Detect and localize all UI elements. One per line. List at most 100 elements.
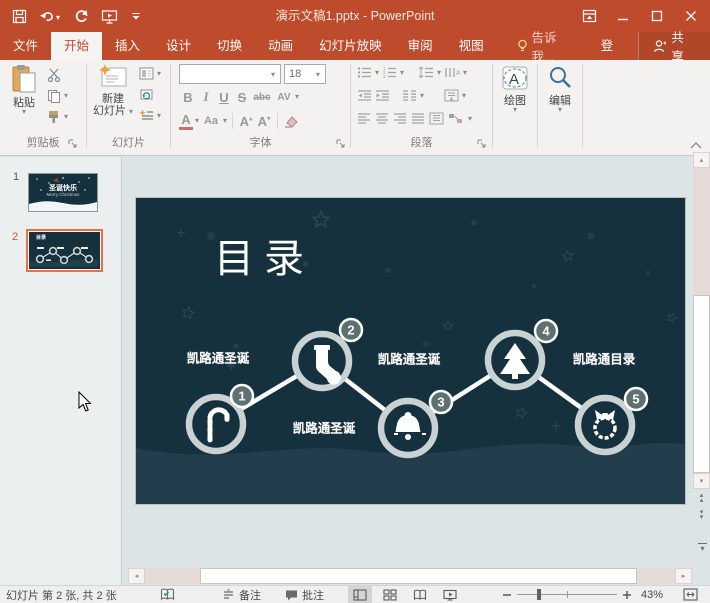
bold-button[interactable]: B	[179, 90, 197, 105]
fit-slide-to-window-button[interactable]	[683, 586, 698, 603]
vertical-scroll-thumb[interactable]	[693, 295, 710, 473]
distribute-columns-icon[interactable]	[429, 112, 444, 125]
zoom-percentage[interactable]: 43%	[641, 586, 663, 603]
tab-transitions[interactable]: 切换	[204, 32, 255, 60]
normal-view-button[interactable]	[348, 586, 372, 603]
next-slide-button[interactable]: ▾▾	[693, 506, 710, 523]
zoom-slider[interactable]	[517, 586, 617, 603]
notes-button[interactable]: 备注	[222, 586, 261, 603]
align-left-icon[interactable]	[357, 112, 371, 125]
editing-button[interactable]: 编辑 ▾	[542, 64, 578, 113]
italic-button[interactable]: I	[197, 89, 215, 105]
font-name-combobox[interactable]: ▾	[179, 64, 281, 84]
convert-to-smartart-icon[interactable]	[448, 112, 464, 125]
zoom-in-icon[interactable]	[622, 590, 632, 600]
start-slideshow-button[interactable]	[97, 4, 123, 28]
bullets-icon[interactable]	[357, 66, 372, 79]
format-painter-button[interactable]: ▾	[47, 110, 68, 124]
node-label-2[interactable]: 凯路通圣诞	[293, 418, 356, 437]
slideshow-view-button[interactable]	[438, 586, 462, 603]
underline-button[interactable]: U	[215, 90, 233, 105]
previous-slide-button[interactable]: ▴▴	[693, 489, 710, 506]
tab-design[interactable]: 设计	[153, 32, 204, 60]
lightbulb-icon	[517, 39, 528, 53]
character-spacing-button[interactable]: AV	[273, 92, 295, 103]
horizontal-scrollbar[interactable]: ◂ ▸	[128, 568, 692, 584]
slide-sorter-view-button[interactable]	[378, 586, 402, 603]
decrease-indent-icon[interactable]	[357, 89, 372, 102]
numbering-icon[interactable]: 123	[382, 66, 397, 79]
scroll-left-button[interactable]: ◂	[128, 568, 145, 584]
tell-me-box[interactable]: 告诉我...	[507, 32, 589, 60]
clipboard-dialog-launcher[interactable]	[68, 139, 78, 149]
horizontal-scroll-thumb[interactable]	[200, 568, 637, 584]
slide-title[interactable]: 目录	[214, 226, 314, 284]
align-right-icon[interactable]	[393, 112, 407, 125]
tab-view[interactable]: 视图	[446, 32, 497, 60]
node-label-4[interactable]: 凯路通目录	[573, 349, 636, 368]
scroll-up-button[interactable]: ▴	[693, 152, 710, 168]
collapse-ribbon-button[interactable]	[690, 140, 702, 152]
customize-qat-button[interactable]	[127, 4, 145, 28]
reset-slide-button[interactable]	[139, 88, 154, 102]
font-color-button[interactable]: A	[179, 112, 193, 130]
slide-editor-area[interactable]: 1 2 3 4 5 目录 凯路通圣诞 凯路通圣诞 凯路通圣诞 凯路通目录 ▴	[123, 157, 710, 585]
drawing-button[interactable]: A 绘图 ▾	[497, 64, 533, 113]
tab-file[interactable]: 文件	[0, 32, 51, 60]
spell-check-button[interactable]	[160, 586, 175, 603]
paragraph-dialog-launcher[interactable]	[477, 139, 487, 149]
minimize-button[interactable]	[612, 5, 634, 27]
zoom-out-icon[interactable]	[502, 590, 512, 600]
close-button[interactable]	[680, 5, 702, 27]
strikethrough-button[interactable]: S	[233, 90, 251, 105]
slide-1-thumbnail[interactable]: 圣诞快乐 Merry Christmas	[28, 173, 98, 212]
cut-button[interactable]	[47, 68, 62, 82]
save-button[interactable]	[8, 4, 31, 28]
slide-thumbnail-panel[interactable]: 1 圣诞快乐 Merry Christmas 2	[0, 157, 122, 585]
zoom-slider-thumb[interactable]	[537, 589, 541, 600]
undo-button[interactable]: ▾	[35, 4, 65, 28]
vertical-scrollbar[interactable]: ▴ ▾ ▴▴ ▾▾	[693, 152, 710, 523]
reading-view-button[interactable]	[408, 586, 432, 603]
ribbon-display-options-button[interactable]	[578, 5, 600, 27]
justify-icon[interactable]	[411, 112, 425, 125]
scroll-right-button[interactable]: ▸	[675, 568, 692, 584]
section-button[interactable]: ▾	[139, 109, 161, 122]
align-center-icon[interactable]	[375, 112, 389, 125]
increase-indent-icon[interactable]	[375, 89, 390, 102]
node-label-1[interactable]: 凯路通圣诞	[187, 348, 250, 367]
paste-button[interactable]: 粘贴 ▾	[6, 64, 42, 115]
clear-formatting-icon[interactable]	[283, 114, 299, 128]
line-spacing-icon[interactable]	[418, 66, 434, 79]
tab-animations[interactable]: 动画	[255, 32, 306, 60]
slide-canvas[interactable]: 1 2 3 4 5 目录 凯路通圣诞 凯路通圣诞 凯路通圣诞 凯路通目录	[135, 197, 686, 505]
node-label-3[interactable]: 凯路通圣诞	[378, 349, 441, 368]
slide-counter[interactable]: 幻灯片 第 2 张, 共 2 张	[6, 586, 117, 603]
change-case-button[interactable]: Aa	[201, 115, 221, 127]
scrollbar-pin-icon[interactable]: ▾	[698, 543, 707, 553]
tab-insert[interactable]: 插入	[102, 32, 153, 60]
horizontal-scroll-track[interactable]	[145, 568, 675, 584]
vertical-scroll-track[interactable]	[693, 168, 710, 295]
scroll-down-button[interactable]: ▾	[693, 473, 710, 489]
increase-font-size-button[interactable]: A▴	[238, 114, 254, 129]
tab-home[interactable]: 开始	[51, 32, 102, 60]
comments-button[interactable]: 批注	[285, 586, 324, 603]
font-dialog-launcher[interactable]	[336, 139, 346, 149]
decrease-font-size-button[interactable]: A▾	[256, 114, 272, 129]
maximize-button[interactable]	[646, 5, 668, 27]
tab-review[interactable]: 审阅	[395, 32, 446, 60]
columns-icon[interactable]	[402, 89, 417, 102]
align-text-vertical-icon[interactable]	[444, 89, 459, 102]
slide-2-thumbnail-selected[interactable]: 目录	[26, 229, 103, 272]
redo-button[interactable]	[69, 4, 93, 28]
font-size-combobox[interactable]: 18 ▾	[284, 64, 326, 84]
copy-button[interactable]: ▾	[47, 89, 68, 103]
sign-in-button[interactable]: 登录	[589, 32, 638, 60]
tab-slideshow[interactable]: 幻灯片放映	[306, 32, 395, 60]
text-direction-icon[interactable]: A	[444, 66, 460, 79]
new-slide-button[interactable]: 新建 幻灯片 ▾	[92, 64, 134, 117]
text-shadow-button[interactable]: abc	[251, 92, 273, 103]
slide-layout-button[interactable]: ▾	[139, 67, 161, 80]
share-button[interactable]: 共享	[638, 32, 710, 60]
